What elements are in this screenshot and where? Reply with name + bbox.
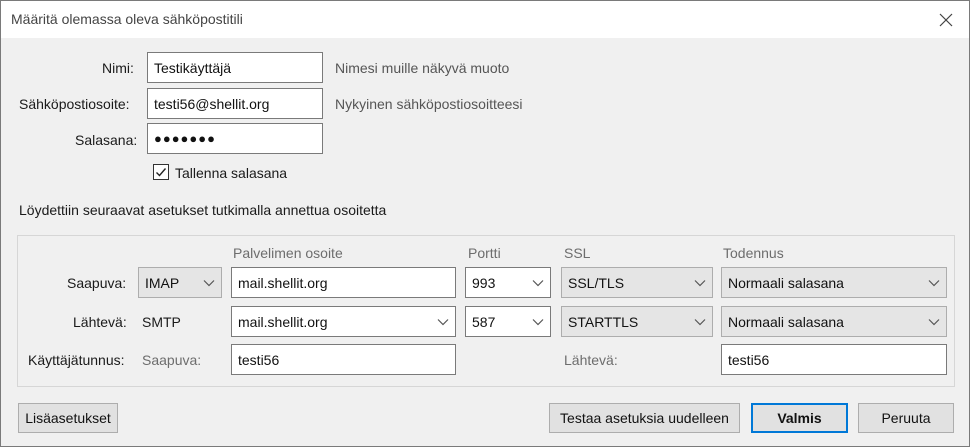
- outgoing-server-value: mail.shellit.org: [238, 313, 328, 330]
- outgoing-auth-value: Normaali salasana: [728, 313, 844, 330]
- chevron-down-icon: [532, 318, 544, 326]
- email-hint: Nykyinen sähköpostiosoitteesi: [335, 96, 523, 112]
- incoming-username-input[interactable]: testi56: [231, 344, 456, 375]
- chevron-down-icon: [694, 318, 706, 326]
- incoming-auth-value: Normaali salasana: [728, 274, 844, 291]
- incoming-username-label: Saapuva:: [142, 352, 202, 368]
- name-label: Nimi:: [102, 60, 134, 76]
- incoming-port-combo[interactable]: 993: [465, 267, 551, 298]
- outgoing-username-input[interactable]: testi56: [721, 344, 947, 375]
- outgoing-label: Lähtevä:: [73, 314, 127, 330]
- close-button[interactable]: [931, 7, 961, 33]
- found-settings-text: Löydettiin seuraavat asetukset tutkimall…: [19, 202, 387, 218]
- email-label: Sähköpostiosoite:: [19, 96, 130, 112]
- email-input[interactable]: testi56@shellit.org: [147, 88, 323, 119]
- incoming-server-input[interactable]: mail.shellit.org: [231, 267, 456, 298]
- incoming-protocol-value: IMAP: [145, 274, 180, 291]
- outgoing-port-value: 587: [472, 313, 496, 330]
- chevron-down-icon: [203, 279, 215, 287]
- retest-button[interactable]: Testaa asetuksia uudelleen: [549, 403, 740, 433]
- name-input[interactable]: Testikäyttäjä: [147, 52, 323, 83]
- server-column-header: Palvelimen osoite: [233, 245, 343, 261]
- advanced-settings-button[interactable]: Lisäasetukset: [18, 403, 118, 433]
- incoming-ssl-select[interactable]: SSL/TLS: [561, 267, 713, 298]
- incoming-port-value: 993: [472, 274, 496, 291]
- port-column-header: Portti: [468, 245, 501, 261]
- name-hint: Nimesi muille näkyvä muoto: [335, 60, 510, 76]
- chevron-down-icon: [928, 318, 940, 326]
- chevron-down-icon: [437, 318, 449, 326]
- done-button[interactable]: Valmis: [751, 403, 848, 433]
- incoming-ssl-value: SSL/TLS: [568, 274, 625, 291]
- chevron-down-icon: [532, 279, 544, 287]
- outgoing-protocol: SMTP: [142, 314, 181, 330]
- chevron-down-icon: [928, 279, 940, 287]
- outgoing-username-label: Lähtevä:: [564, 352, 618, 368]
- chevron-down-icon: [694, 279, 706, 287]
- auth-column-header: Todennus: [723, 245, 784, 261]
- close-icon: [939, 13, 953, 27]
- incoming-label: Saapuva:: [67, 275, 127, 291]
- outgoing-ssl-select[interactable]: STARTTLS: [561, 306, 713, 337]
- outgoing-auth-select[interactable]: Normaali salasana: [721, 306, 947, 337]
- password-input[interactable]: ●●●●●●●: [147, 123, 323, 154]
- incoming-protocol-select[interactable]: IMAP: [138, 267, 222, 298]
- remember-password-label[interactable]: Tallenna salasana: [175, 165, 287, 181]
- remember-password-checkbox[interactable]: [153, 164, 169, 180]
- outgoing-server-combo[interactable]: mail.shellit.org: [231, 306, 456, 337]
- title-bar: Määritä olemassa oleva sähköpostitili: [1, 1, 969, 38]
- outgoing-port-combo[interactable]: 587: [465, 306, 551, 337]
- outgoing-ssl-value: STARTTLS: [568, 313, 639, 330]
- cancel-button[interactable]: Peruuta: [858, 403, 954, 433]
- incoming-auth-select[interactable]: Normaali salasana: [721, 267, 947, 298]
- window-title: Määritä olemassa oleva sähköpostitili: [11, 11, 243, 27]
- password-label: Salasana:: [75, 132, 138, 148]
- ssl-column-header: SSL: [564, 245, 591, 261]
- account-setup-dialog: Määritä olemassa oleva sähköpostitili Ni…: [0, 0, 970, 447]
- username-label: Käyttäjätunnus:: [28, 352, 125, 368]
- checkmark-icon: [156, 168, 167, 177]
